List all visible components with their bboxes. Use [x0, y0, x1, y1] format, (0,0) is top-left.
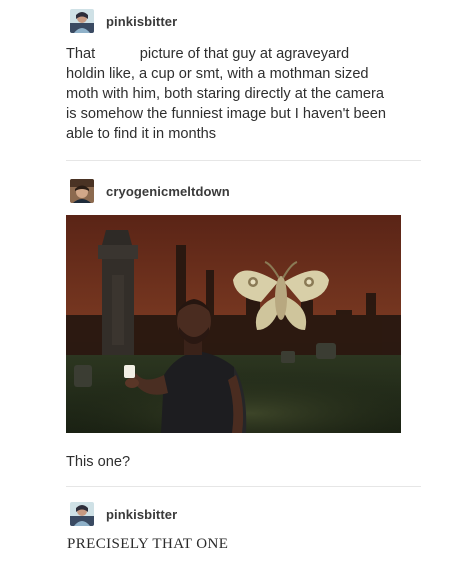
username[interactable]: pinkisbitter — [106, 507, 177, 522]
post-divider — [66, 486, 421, 487]
user-avatar-icon[interactable] — [70, 9, 94, 33]
photo-graveyard-moth-icon[interactable] — [66, 215, 401, 433]
user-avatar-icon[interactable] — [70, 179, 94, 203]
username[interactable]: pinkisbitter — [106, 14, 177, 29]
post-2-header: cryogenicmeltdown — [70, 179, 230, 203]
post-1-header: pinkisbitter — [70, 9, 177, 33]
user-avatar-icon[interactable] — [70, 502, 94, 526]
post-divider — [66, 160, 421, 161]
post-body-text: That picture of that guy at agraveyard h… — [66, 46, 386, 142]
username[interactable]: cryogenicmeltdown — [106, 184, 230, 199]
post-body-text: PRECISELY THAT ONE — [67, 536, 229, 552]
post-3-header: pinkisbitter — [70, 502, 177, 526]
post-caption: This one? — [66, 454, 131, 470]
